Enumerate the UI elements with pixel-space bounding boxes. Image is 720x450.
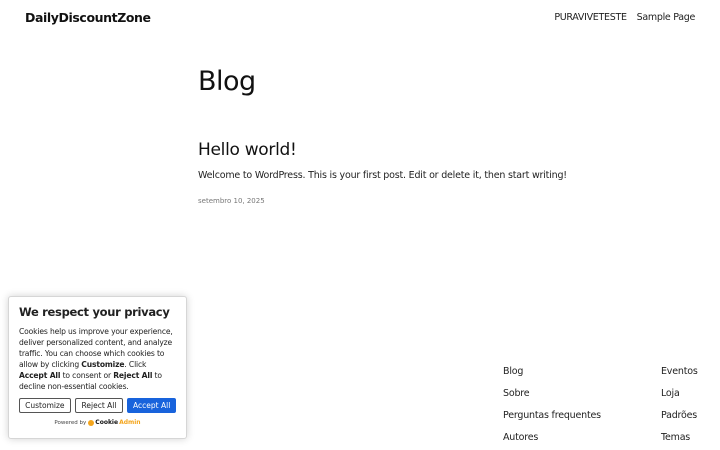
footer-link-loja[interactable]: Loja [661,388,698,399]
cookieadmin-logo-part1: Cookie [95,419,119,426]
cookie-text-accept: Accept All [19,371,61,380]
footer-link-perguntas[interactable]: Perguntas frequentes [503,410,601,421]
cookie-banner-title: We respect your privacy [19,305,170,319]
cookie-text-customize: Customize [81,360,125,369]
footer-nav-column-2: Eventos Loja Padrões Temas [661,366,698,443]
footer-link-sobre[interactable]: Sobre [503,388,601,399]
cookie-banner-description: Cookies help us improve your experience,… [19,326,176,392]
cookie-icon [88,419,95,426]
customize-button[interactable]: Customize [19,398,71,413]
footer-link-temas[interactable]: Temas [661,432,698,443]
cookieadmin-logo-part2: Admin [119,419,141,426]
cookie-text-part: to consent or [60,371,114,380]
cookie-button-row: Customize Reject All Accept All [19,398,176,413]
footer-link-autores[interactable]: Autores [503,432,601,443]
powered-by: Powered by Cookie Admin [19,419,176,426]
page-title: Blog [198,66,256,97]
nav-link-sample-page[interactable]: Sample Page [637,12,696,23]
nav-link-puraviveteste[interactable]: PURAVIVETESTE [554,12,627,23]
footer-link-blog[interactable]: Blog [503,366,601,377]
reject-all-button[interactable]: Reject All [74,398,124,413]
cookie-consent-banner: We respect your privacy Cookies help us … [8,296,187,439]
cookieadmin-logo[interactable]: Cookie Admin [88,419,141,426]
cookie-text-reject: Reject All [113,371,153,380]
footer-link-eventos[interactable]: Eventos [661,366,698,377]
post-date: setembro 10, 2025 [198,197,265,205]
cookie-text-part: . Click [124,360,147,369]
footer-nav-column-1: Blog Sobre Perguntas frequentes Autores [503,366,601,443]
top-nav: PURAVIVETESTE Sample Page [554,12,695,23]
footer-link-padroes[interactable]: Padrões [661,410,698,421]
powered-by-label: Powered by [54,419,87,426]
post-excerpt: Welcome to WordPress. This is your first… [198,170,567,181]
post-title-link[interactable]: Hello world! [198,140,297,160]
accept-all-button[interactable]: Accept All [127,398,176,413]
site-title-link[interactable]: DailyDiscountZone [25,10,151,25]
